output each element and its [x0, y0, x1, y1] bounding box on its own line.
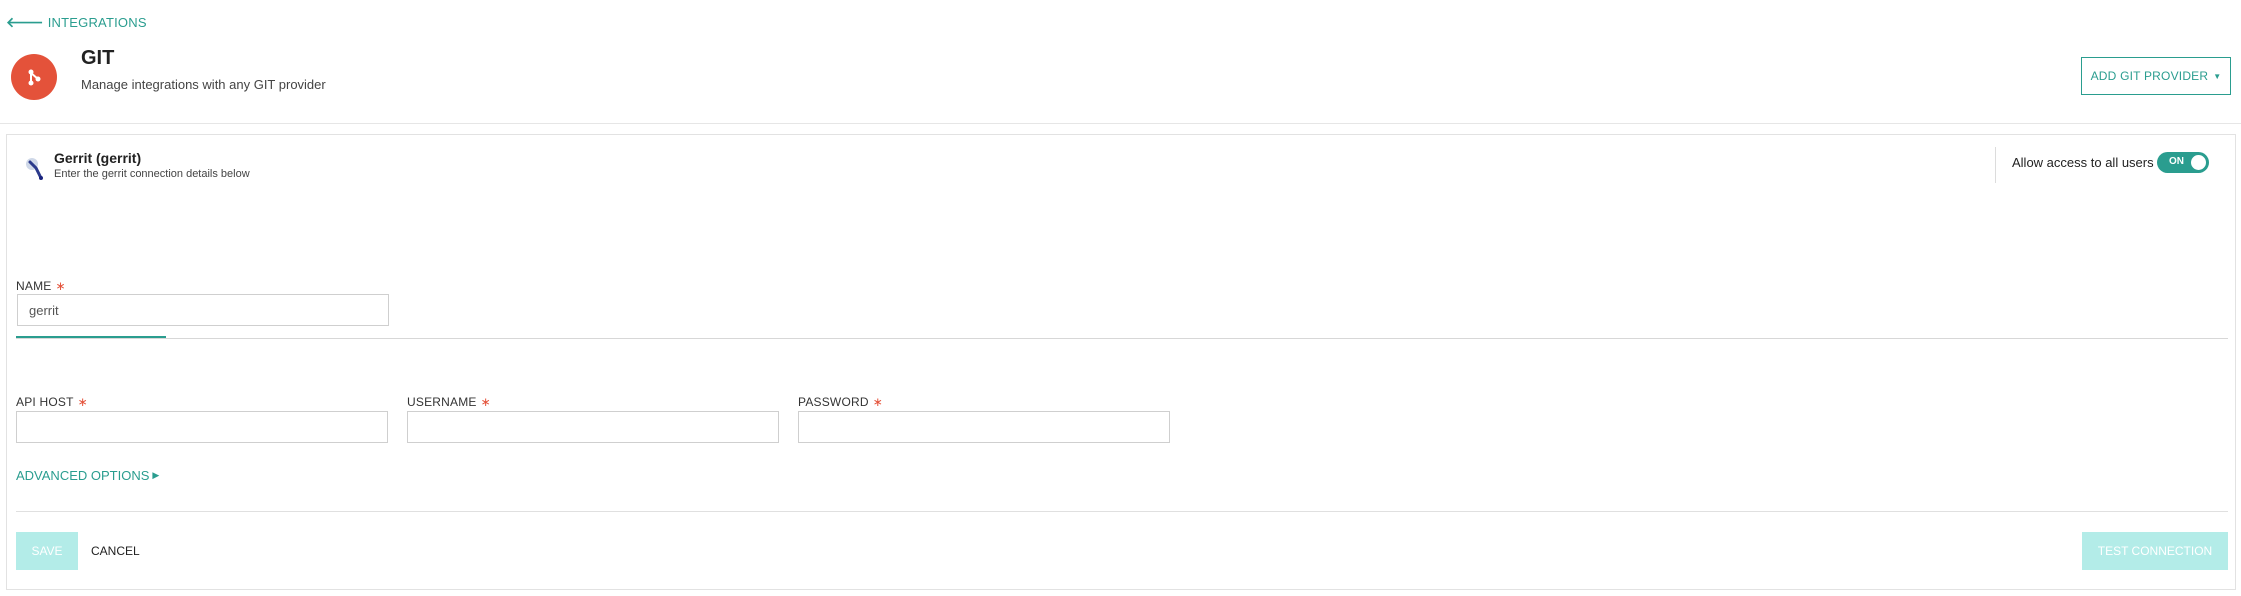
access-separator [1995, 147, 1996, 183]
add-git-provider-label: ADD GIT PROVIDER [2090, 69, 2209, 83]
caret-right-icon: ▶ [152, 470, 160, 480]
header-divider [0, 123, 2241, 124]
back-to-integrations-link[interactable]: 🡐 INTEGRATIONS [6, 14, 147, 31]
password-input[interactable] [798, 411, 1170, 443]
username-label: USERNAME ∗ [407, 395, 491, 409]
save-button[interactable]: SAVE [16, 532, 78, 570]
toggle-state-text: ON [2169, 156, 2184, 167]
allow-access-label: Allow access to all users [2012, 155, 2154, 170]
required-asterisk: ∗ [872, 395, 883, 409]
api-host-input[interactable] [16, 411, 388, 443]
provider-description: Enter the gerrit connection details belo… [54, 168, 250, 180]
gerrit-logo-icon [21, 154, 49, 182]
test-connection-button[interactable]: TEST CONNECTION [2082, 532, 2228, 570]
api-host-label: API HOST ∗ [16, 395, 88, 409]
page-subtitle: Manage integrations with any GIT provide… [81, 77, 326, 92]
advanced-options-label: ADVANCED OPTIONS [16, 468, 150, 483]
git-logo-icon [11, 54, 57, 100]
tabs-underline [16, 338, 2228, 339]
required-asterisk: ∗ [480, 395, 491, 409]
arrow-left-icon: 🡐 [6, 14, 44, 30]
cancel-button[interactable]: CANCEL [91, 532, 140, 570]
back-link-label: INTEGRATIONS [47, 15, 147, 30]
page-title: GIT [81, 47, 115, 69]
add-git-provider-button[interactable]: ADD GIT PROVIDER ▼ [2081, 57, 2231, 95]
provider-card: Gerrit (gerrit) Enter the gerrit connect… [6, 134, 2236, 590]
caret-down-icon: ▼ [2213, 71, 2222, 81]
required-asterisk: ∗ [55, 279, 66, 293]
name-input[interactable] [17, 294, 389, 326]
toggle-knob [2191, 155, 2206, 170]
footer-divider [16, 511, 2228, 512]
required-asterisk: ∗ [77, 395, 88, 409]
allow-access-toggle[interactable]: ON [2157, 152, 2209, 173]
name-label: NAME ∗ [16, 279, 66, 293]
provider-name: Gerrit (gerrit) [54, 150, 142, 166]
advanced-options-toggle[interactable]: ADVANCED OPTIONS ▶ [16, 468, 159, 483]
username-input[interactable] [407, 411, 779, 443]
password-label: PASSWORD ∗ [798, 395, 883, 409]
